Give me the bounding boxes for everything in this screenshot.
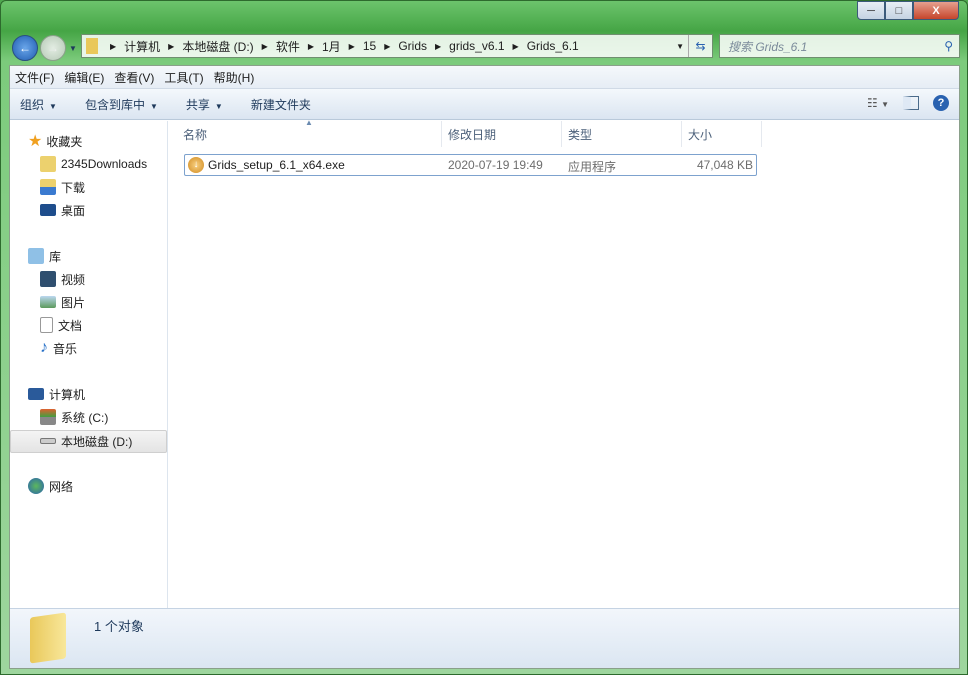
sidebar-item-2345downloads[interactable]: 2345Downloads: [40, 153, 147, 175]
search-input[interactable]: 搜索 Grids_6.1 ⚲: [719, 34, 960, 58]
file-size: 47,048 KB: [696, 158, 753, 172]
menu-edit[interactable]: 编辑(E): [59, 69, 109, 86]
star-icon: ★: [28, 133, 43, 150]
share-button[interactable]: 共享 ▼: [186, 96, 223, 113]
column-size[interactable]: 大小: [682, 121, 762, 147]
breadcrumb-separator[interactable]: ▶: [168, 42, 174, 51]
breadcrumb-item[interactable]: 15: [363, 39, 376, 53]
column-name[interactable]: 名称: [177, 121, 442, 147]
breadcrumb-item[interactable]: 计算机: [124, 38, 160, 55]
menu-view[interactable]: 查看(V): [109, 69, 159, 86]
column-date[interactable]: 修改日期: [442, 121, 562, 147]
sidebar-network[interactable]: 网络: [28, 475, 73, 497]
breadcrumb-separator[interactable]: ▶: [308, 42, 314, 51]
file-type: 应用程序: [568, 160, 617, 174]
sidebar-item-documents[interactable]: 文档: [40, 314, 82, 336]
document-icon: [40, 317, 53, 333]
breadcrumb-separator[interactable]: ▶: [435, 42, 441, 51]
system-drive-icon: [40, 409, 56, 425]
file-name: Grids_setup_6.1_x64.exe: [208, 158, 345, 172]
details-pane: 1 个对象: [10, 608, 959, 668]
breadcrumb-item[interactable]: 1月: [322, 38, 341, 55]
preview-pane-button[interactable]: [903, 96, 919, 110]
item-count: 1 个对象: [94, 619, 144, 634]
network-icon: [28, 478, 44, 494]
library-icon: [28, 248, 44, 264]
breadcrumb-separator[interactable]: ▶: [110, 42, 116, 51]
folder-icon: [86, 38, 98, 54]
breadcrumb-item[interactable]: 软件: [276, 38, 300, 55]
menu-tools[interactable]: 工具(T): [159, 69, 208, 86]
search-icon[interactable]: ⚲: [944, 39, 953, 53]
help-icon[interactable]: ?: [933, 95, 949, 111]
sidebar-computer[interactable]: 计算机: [28, 383, 85, 405]
menu-file[interactable]: 文件(F): [10, 69, 59, 86]
sidebar-item-drive-d[interactable]: 本地磁盘 (D:): [40, 430, 132, 452]
maximize-button[interactable]: □: [885, 1, 913, 20]
breadcrumb-separator[interactable]: ▶: [349, 42, 355, 51]
address-bar[interactable]: ▶ 计算机 ▶ 本地磁盘 (D:) ▶ 软件 ▶ 1月 ▶ 15 ▶ Grids ▶ grids_v6.1…: [81, 34, 713, 58]
file-list: ▲ 名称 修改日期 类型 大小 ↓ Grids_setup_6.1_x64.ex…: [169, 118, 959, 610]
breadcrumb-separator[interactable]: ▶: [513, 42, 519, 51]
sidebar-item-drive-c[interactable]: 系统 (C:): [40, 406, 108, 428]
folder-icon: [40, 156, 56, 172]
breadcrumb-item[interactable]: 本地磁盘 (D:): [182, 38, 253, 55]
recent-pages-dropdown[interactable]: ▼: [69, 44, 77, 53]
installer-icon: ↓: [188, 157, 204, 173]
sidebar-item-videos[interactable]: 视频: [40, 268, 85, 290]
back-button[interactable]: ←: [12, 35, 38, 61]
forward-button[interactable]: →: [40, 35, 66, 61]
picture-icon: [40, 296, 56, 308]
breadcrumb-item[interactable]: Grids_6.1: [527, 39, 579, 53]
drive-icon: [40, 438, 56, 444]
sidebar-item-music[interactable]: ♪ 音乐: [40, 337, 77, 359]
close-button[interactable]: X: [913, 1, 959, 20]
folder-large-icon: [30, 612, 66, 664]
address-dropdown[interactable]: ▼: [676, 42, 684, 51]
breadcrumb-item[interactable]: Grids: [398, 39, 427, 53]
organize-button[interactable]: 组织 ▼: [20, 96, 57, 113]
breadcrumb-separator[interactable]: ▶: [262, 42, 268, 51]
sidebar-libraries[interactable]: 库: [28, 245, 61, 267]
file-date: 2020-07-19 19:49: [448, 158, 543, 172]
music-icon: ♪: [40, 339, 48, 356]
breadcrumb-separator[interactable]: ▶: [384, 42, 390, 51]
sidebar-favorites[interactable]: ★ 收藏夹: [28, 130, 82, 152]
include-in-library-button[interactable]: 包含到库中 ▼: [85, 96, 158, 113]
view-options-button[interactable]: ☷ ▼: [867, 96, 889, 110]
sidebar-item-desktop[interactable]: 桌面: [40, 199, 85, 221]
refresh-button[interactable]: ⇆: [688, 35, 712, 57]
file-row[interactable]: ↓ Grids_setup_6.1_x64.exe 2020-07-19 19:…: [184, 154, 757, 176]
download-folder-icon: [40, 179, 56, 195]
sidebar-item-downloads[interactable]: 下载: [40, 176, 85, 198]
search-placeholder: 搜索 Grids_6.1: [728, 39, 808, 54]
computer-icon: [28, 388, 44, 400]
navigation-pane: ★ 收藏夹 2345Downloads 下载 桌面 库 视频 图片 文档 ♪ 音乐 …: [10, 121, 168, 610]
column-type[interactable]: 类型: [562, 121, 682, 147]
sidebar-item-pictures[interactable]: 图片: [40, 291, 85, 313]
new-folder-button[interactable]: 新建文件夹: [251, 96, 311, 113]
breadcrumb-item[interactable]: grids_v6.1: [449, 39, 504, 53]
desktop-icon: [40, 204, 56, 216]
video-icon: [40, 271, 56, 287]
explorer-window: ─ □ X ← → ▼ ▶ 计算机 ▶ 本地磁盘 (D:) ▶ 软件 ▶ 1月 ▶ 15 ▶ Grid…: [0, 0, 968, 675]
minimize-button[interactable]: ─: [857, 1, 885, 20]
menu-help[interactable]: 帮助(H): [209, 69, 260, 86]
